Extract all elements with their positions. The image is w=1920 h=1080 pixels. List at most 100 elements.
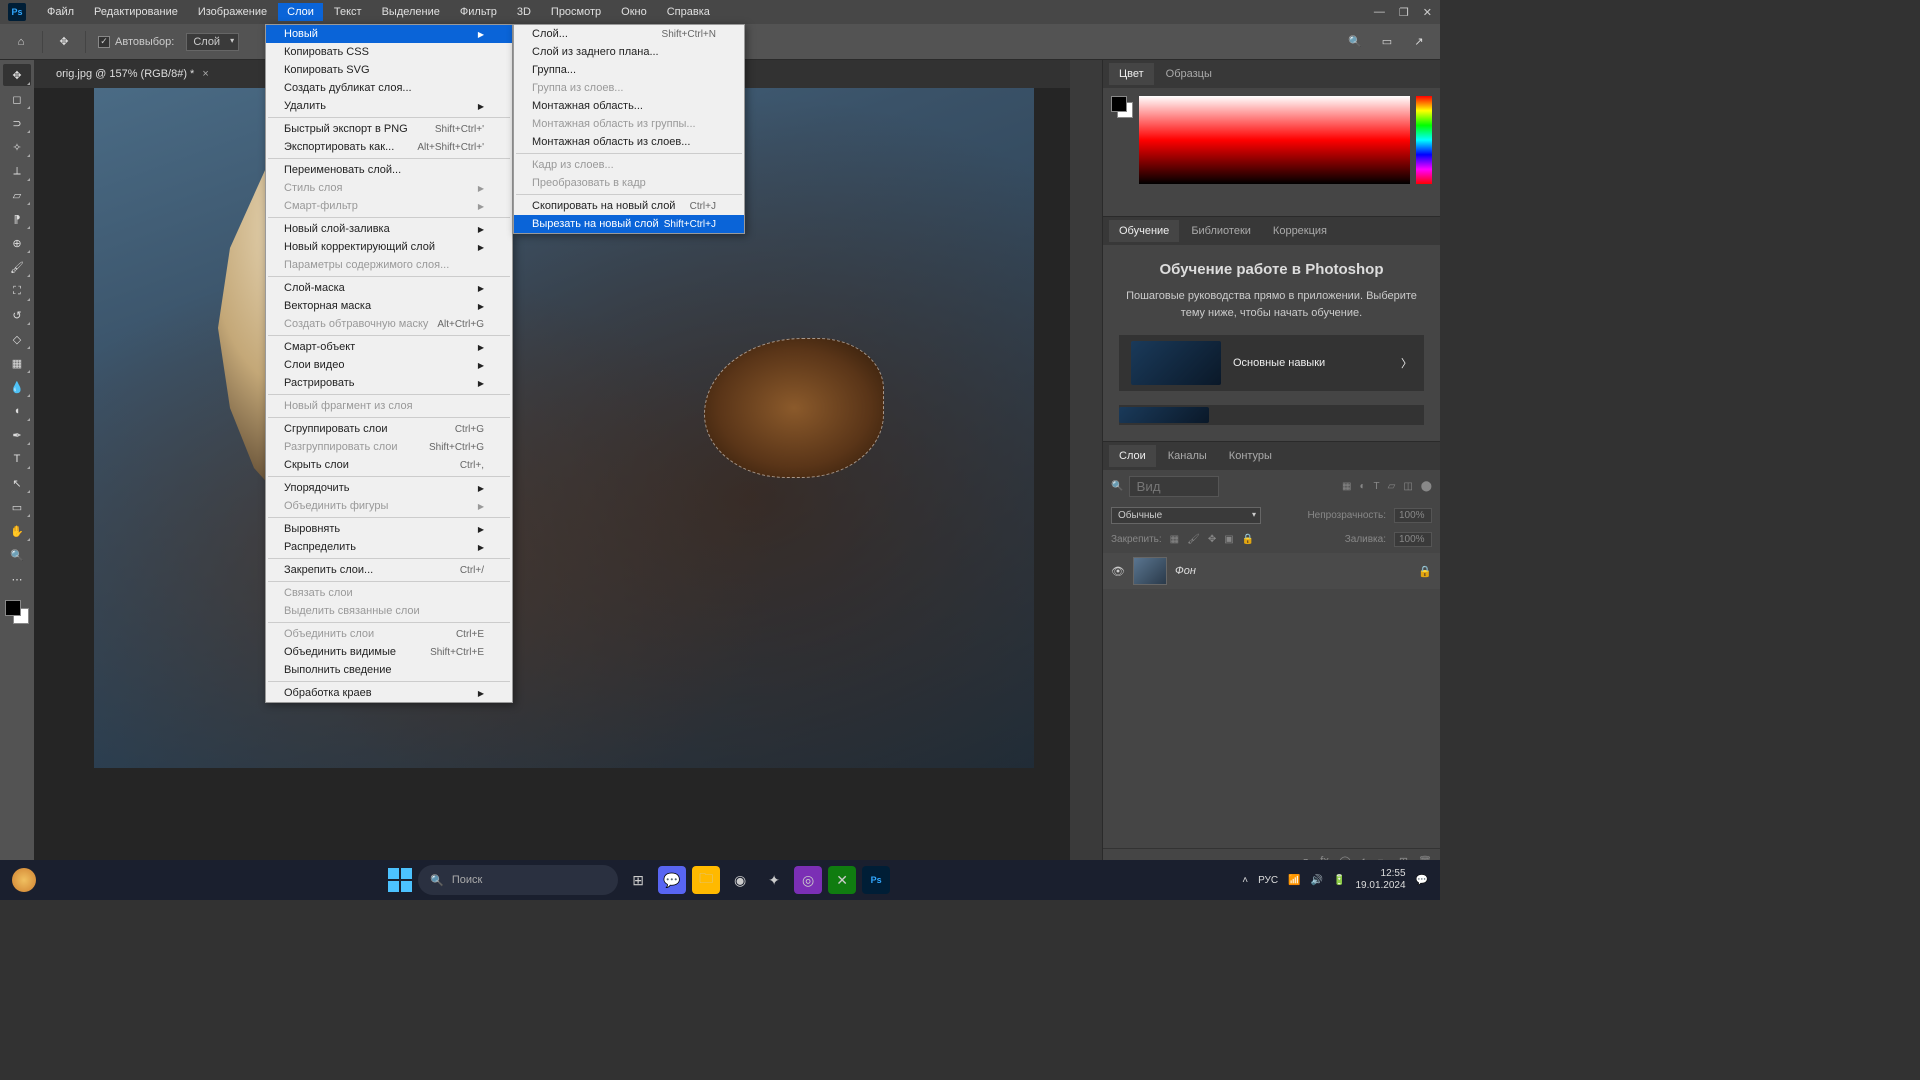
foreground-background-swatch[interactable] (1111, 96, 1133, 118)
filter-shape-icon[interactable]: ▱ (1388, 481, 1396, 492)
layer-row[interactable]: 👁 Фон 🔒 (1103, 553, 1440, 589)
menu-item[interactable]: Распределить▶ (266, 538, 512, 556)
menu-item[interactable]: Скрыть слоиCtrl+, (266, 456, 512, 474)
explorer-icon[interactable]: 🗀 (692, 866, 720, 894)
tab-swatches[interactable]: Образцы (1156, 63, 1222, 85)
hand-tool[interactable]: ✋ (3, 520, 31, 542)
home-icon[interactable]: ⌂ (12, 33, 30, 51)
path-select-tool[interactable]: ↖ (3, 472, 31, 494)
crop-tool[interactable]: ⟂ (3, 160, 31, 182)
menu-файл[interactable]: Файл (38, 3, 83, 21)
color-picker[interactable] (1139, 96, 1410, 184)
document-tab[interactable]: orig.jpg @ 157% (RGB/8#) *× (46, 63, 219, 85)
app-icon[interactable]: ◎ (794, 866, 822, 894)
layer-name[interactable]: Фон (1175, 565, 1196, 577)
chat-app-icon[interactable]: 💬 (658, 866, 686, 894)
menu-справка[interactable]: Справка (658, 3, 719, 21)
zoom-tool[interactable]: 🔍 (3, 544, 31, 566)
menu-item[interactable]: Группа... (514, 61, 744, 79)
chrome-icon[interactable]: ◉ (726, 866, 754, 894)
tab-learn[interactable]: Обучение (1109, 220, 1179, 242)
menu-item[interactable]: Копировать SVG (266, 61, 512, 79)
tab-paths[interactable]: Контуры (1219, 445, 1282, 467)
layer-thumbnail[interactable] (1133, 557, 1167, 585)
menu-item[interactable]: Монтажная область... (514, 97, 744, 115)
menu-item[interactable]: Быстрый экспорт в PNGShift+Ctrl+' (266, 120, 512, 138)
autoselect-dropdown[interactable]: Слой (186, 33, 239, 51)
tab-color[interactable]: Цвет (1109, 63, 1154, 85)
menu-item[interactable]: Выполнить сведение (266, 661, 512, 679)
menu-3d[interactable]: 3D (508, 3, 540, 21)
filter-pixel-icon[interactable]: ▦ (1342, 481, 1351, 492)
menu-item[interactable]: Экспортировать как...Alt+Shift+Ctrl+' (266, 138, 512, 156)
close-tab-icon[interactable]: × (202, 68, 208, 80)
move-tool[interactable]: ✥ (3, 64, 31, 86)
collapsed-panel-strip[interactable] (1070, 60, 1102, 880)
notifications-icon[interactable]: 💬 (1416, 875, 1428, 886)
blur-tool[interactable]: 💧 (3, 376, 31, 398)
app-icon[interactable]: ✦ (760, 866, 788, 894)
stamp-tool[interactable]: ⛶ (3, 280, 31, 302)
menu-item[interactable]: Новый корректирующий слой▶ (266, 238, 512, 256)
lock-transparent-icon[interactable]: ▦ (1170, 534, 1179, 545)
rect-marquee-tool[interactable]: ◻ (3, 88, 31, 110)
autoselect-checkbox[interactable]: ✓Автовыбор: (98, 36, 174, 48)
rectangle-tool[interactable]: ▭ (3, 496, 31, 518)
pen-tool[interactable]: ✒ (3, 424, 31, 446)
eraser-tool[interactable]: ◇ (3, 328, 31, 350)
lock-icon[interactable]: 🔒 (1418, 565, 1432, 578)
gradient-tool[interactable]: ▦ (3, 352, 31, 374)
menu-item[interactable]: Выровнять▶ (266, 520, 512, 538)
menu-item[interactable]: Растрировать▶ (266, 374, 512, 392)
history-brush-tool[interactable]: ↺ (3, 304, 31, 326)
share-icon[interactable]: ↗ (1410, 33, 1428, 51)
lock-artboard-icon[interactable]: ▣ (1224, 534, 1233, 545)
menu-item[interactable]: Обработка краев▶ (266, 684, 512, 702)
brush-tool[interactable]: 🖌 (3, 256, 31, 278)
magic-wand-tool[interactable]: ✧ (3, 136, 31, 158)
menu-item[interactable]: Слой-маска▶ (266, 279, 512, 297)
menu-item[interactable]: Новый слой-заливка▶ (266, 220, 512, 238)
language-indicator[interactable]: РУС (1258, 875, 1278, 886)
start-button[interactable] (388, 868, 412, 892)
menu-выделение[interactable]: Выделение (373, 3, 449, 21)
menu-item[interactable]: Слои видео▶ (266, 356, 512, 374)
clock[interactable]: 12:5519.01.2024 (1355, 868, 1405, 892)
minimize-icon[interactable]: — (1374, 6, 1385, 19)
type-tool[interactable]: T (3, 448, 31, 470)
menu-фильтр[interactable]: Фильтр (451, 3, 506, 21)
dodge-tool[interactable]: ◖ (3, 400, 31, 422)
layer-filter-input[interactable] (1129, 476, 1219, 497)
menu-item[interactable]: Вырезать на новый слойShift+Ctrl+J (514, 215, 744, 233)
menu-item[interactable]: Слой из заднего плана... (514, 43, 744, 61)
hue-slider[interactable] (1416, 96, 1432, 184)
frame-tool[interactable]: ▱ (3, 184, 31, 206)
menu-item[interactable]: Закрепить слои...Ctrl+/ (266, 561, 512, 579)
lock-position-icon[interactable]: ✥ (1208, 534, 1216, 545)
volume-icon[interactable]: 🔊 (1311, 875, 1323, 886)
tab-layers[interactable]: Слои (1109, 445, 1156, 467)
filter-adjust-icon[interactable]: ◐ (1359, 481, 1365, 492)
menu-item[interactable]: Смарт-объект▶ (266, 338, 512, 356)
menu-item[interactable]: Сгруппировать слоиCtrl+G (266, 420, 512, 438)
menu-item[interactable]: Слой...Shift+Ctrl+N (514, 25, 744, 43)
battery-icon[interactable]: 🔋 (1333, 875, 1345, 886)
color-swatch[interactable] (5, 600, 29, 624)
tab-libraries[interactable]: Библиотеки (1181, 220, 1261, 242)
menu-item[interactable]: Монтажная область из слоев... (514, 133, 744, 151)
taskbar-search[interactable]: 🔍Поиск (418, 865, 618, 895)
lasso-tool[interactable]: ⊃ (3, 112, 31, 134)
task-view-icon[interactable]: ⊞ (624, 866, 652, 894)
menu-редактирование[interactable]: Редактирование (85, 3, 187, 21)
menu-item[interactable]: Копировать CSS (266, 43, 512, 61)
blend-mode-select[interactable]: Обычные (1111, 507, 1261, 524)
visibility-icon[interactable]: 👁 (1111, 565, 1125, 578)
edit-toolbar-tool[interactable]: ⋯ (3, 568, 31, 590)
maximize-icon[interactable]: ❐ (1399, 6, 1409, 19)
menu-просмотр[interactable]: Просмотр (542, 3, 610, 21)
menu-item[interactable]: Упорядочить▶ (266, 479, 512, 497)
menu-item[interactable]: Векторная маска▶ (266, 297, 512, 315)
menu-item[interactable]: Новый▶ (266, 25, 512, 43)
opacity-field[interactable]: 100% (1394, 508, 1432, 523)
menu-изображение[interactable]: Изображение (189, 3, 276, 21)
